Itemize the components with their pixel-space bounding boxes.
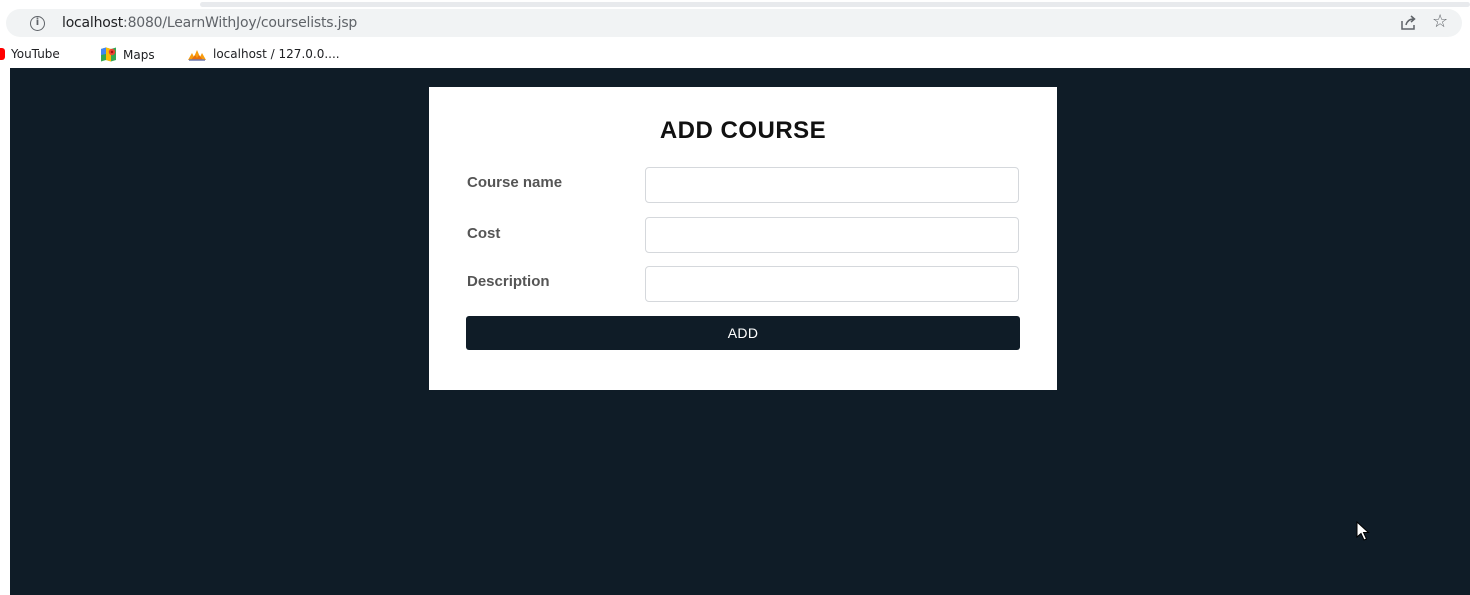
url-host: localhost [62,15,124,31]
cost-input[interactable] [645,217,1019,253]
bookmark-label: Maps [123,47,155,62]
bookmark-star-icon[interactable]: ☆ [1432,11,1448,32]
phpmyadmin-icon [188,50,206,61]
maps-icon [101,47,116,62]
add-button[interactable]: ADD [466,316,1020,350]
bookmark-maps[interactable]: Maps [100,47,155,62]
youtube-icon [0,48,5,60]
window-edge [0,68,10,595]
bookmark-youtube[interactable]: YouTube [0,47,60,61]
cost-label: Cost [467,225,501,242]
site-info-icon[interactable]: i [30,16,45,31]
add-course-form: ADD COURSE Course name Cost Description … [429,87,1057,390]
url-path: :8080/LearnWithJoy/courselists.jsp [123,15,358,31]
mouse-cursor-icon [1356,521,1370,541]
tab-strip [200,2,1470,7]
browser-toolbar: i localhost:8080/LearnWithJoy/courselist… [0,0,1470,44]
url-text[interactable]: localhost:8080/LearnWithJoy/courselists.… [62,15,357,31]
course-name-input[interactable] [645,167,1019,203]
course-name-label: Course name [467,174,563,191]
form-title: ADD COURSE [659,117,827,144]
bookmark-label: localhost / 127.0.0.... [213,47,340,61]
bookmarks-bar: YouTube Maps localhost / 127.0.0.... [0,44,1470,68]
description-label: Description [467,273,550,290]
bookmark-label: YouTube [11,47,60,61]
bookmark-localhost[interactable]: localhost / 127.0.0.... [187,47,340,61]
share-icon[interactable] [1399,14,1417,32]
description-input[interactable] [645,266,1019,302]
